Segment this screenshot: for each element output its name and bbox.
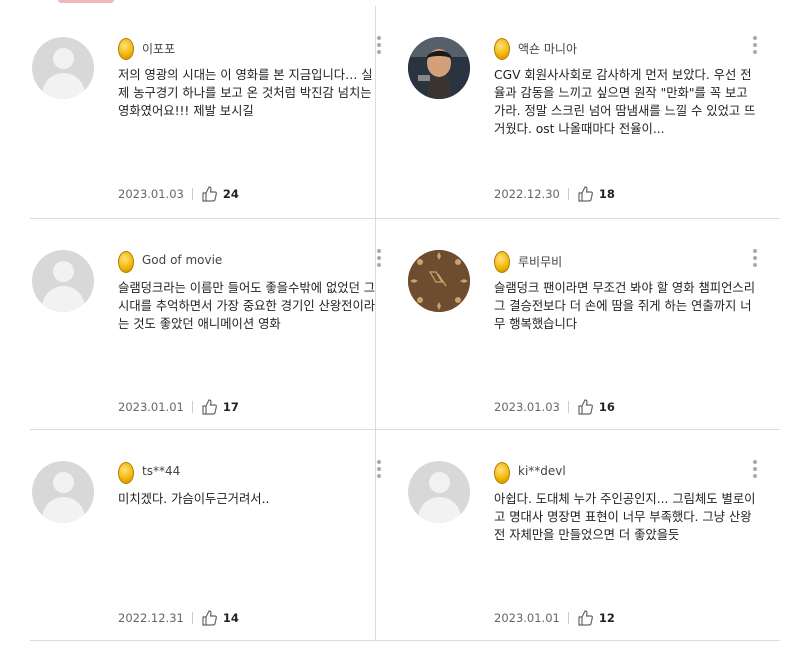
review-text: CGV 회원사사회로 감사하게 먼저 보았다. 우선 전율과 감동을 느끼고 싶…: [494, 68, 756, 136]
gold-coin-icon: [118, 251, 134, 273]
like-count: 14: [222, 611, 239, 625]
gold-coin-icon: [494, 38, 510, 60]
avatar[interactable]: [408, 250, 470, 312]
reviewer-nickname[interactable]: ts**44: [142, 464, 180, 478]
review-date: 2023.01.01: [118, 400, 184, 414]
more-options-icon[interactable]: [750, 36, 760, 58]
meta-separator: [191, 401, 193, 413]
thumbs-up-icon: [578, 610, 593, 626]
meta-separator: [567, 188, 569, 200]
review-text: 저의 영광의 시대는 이 영화를 본 지금입니다… 실제 농구경기 하나를 보고…: [118, 68, 373, 118]
review-card: 루비무비 슬램덩크 팬이라면 무조건 봐야 할 영화 챔피언스리그 결승전보다 …: [406, 219, 781, 429]
like-count: 16: [598, 400, 615, 414]
thumbs-up-icon: [578, 186, 593, 202]
reviewer-nickname[interactable]: God of movie: [142, 253, 222, 267]
reviewer-nickname[interactable]: ki**devl: [518, 464, 566, 478]
avatar[interactable]: [408, 461, 470, 523]
meta-separator: [567, 401, 569, 413]
gold-coin-icon: [494, 251, 510, 273]
review-card: ts**44 미치겠다. 가슴이두근거려서.. 2022.12.31 14: [30, 430, 405, 640]
review-meta: 2023.01.01 17: [118, 399, 239, 415]
thumbs-up-icon: [578, 399, 593, 415]
review-text: 슬램덩크 팬이라면 무조건 봐야 할 영화 챔피언스리그 결승전보다 더 손에 …: [494, 281, 756, 331]
gold-coin-icon: [118, 462, 134, 484]
review-card: 이포포 저의 영광의 시대는 이 영화를 본 지금입니다… 실제 농구경기 하나…: [30, 6, 405, 218]
avatar[interactable]: [32, 37, 94, 99]
more-options-icon[interactable]: [374, 460, 384, 482]
like-button[interactable]: 17: [201, 399, 239, 415]
gold-coin-icon: [494, 462, 510, 484]
like-button[interactable]: 16: [577, 399, 615, 415]
like-button[interactable]: 14: [201, 610, 239, 626]
review-row: God of movie 슬램덩크라는 이름만 들어도 좋을수밖에 없었던 그 …: [30, 219, 780, 430]
like-count: 18: [598, 187, 615, 201]
avatar[interactable]: [32, 250, 94, 312]
review-card: 액숀 마니아 CGV 회원사사회로 감사하게 먼저 보았다. 우선 전율과 감동…: [406, 6, 781, 218]
review-meta: 2023.01.03 24: [118, 186, 239, 202]
like-button[interactable]: 12: [577, 610, 615, 626]
reviewer-nickname[interactable]: 이포포: [142, 40, 175, 57]
review-meta: 2023.01.03 16: [494, 399, 615, 415]
avatar[interactable]: [408, 37, 470, 99]
active-tab-indicator: [58, 0, 114, 3]
thumbs-up-icon: [202, 399, 217, 415]
reviewer-nickname[interactable]: 액숀 마니아: [518, 40, 577, 57]
review-text: 슬램덩크라는 이름만 들어도 좋을수밖에 없었던 그 시대를 추억하면서 가장 …: [118, 281, 376, 331]
gold-coin-icon: [118, 38, 134, 60]
thumbs-up-icon: [202, 610, 217, 626]
like-count: 17: [222, 400, 239, 414]
more-options-icon[interactable]: [750, 249, 760, 271]
review-text: 아쉽다. 도대체 누가 주인공인지... 그림체도 별로이고 명대사 명장면 표…: [494, 492, 756, 542]
review-card: God of movie 슬램덩크라는 이름만 들어도 좋을수밖에 없었던 그 …: [30, 219, 405, 429]
review-date: 2022.12.31: [118, 611, 184, 625]
more-options-icon[interactable]: [374, 249, 384, 271]
meta-separator: [191, 188, 193, 200]
review-date: 2023.01.03: [494, 400, 560, 414]
review-date: 2023.01.01: [494, 611, 560, 625]
like-count: 12: [598, 611, 615, 625]
like-count: 24: [222, 187, 239, 201]
review-card: ki**devl 아쉽다. 도대체 누가 주인공인지... 그림체도 별로이고 …: [406, 430, 781, 640]
thumbs-up-icon: [202, 186, 217, 202]
review-meta: 2022.12.31 14: [118, 610, 239, 626]
like-button[interactable]: 24: [201, 186, 239, 202]
review-text: 미치겠다. 가슴이두근거려서..: [118, 492, 270, 506]
review-grid: 이포포 저의 영광의 시대는 이 영화를 본 지금입니다… 실제 농구경기 하나…: [30, 6, 780, 641]
avatar[interactable]: [32, 461, 94, 523]
review-row: 이포포 저의 영광의 시대는 이 영화를 본 지금입니다… 실제 농구경기 하나…: [30, 6, 780, 219]
review-meta: 2022.12.30 18: [494, 186, 615, 202]
more-options-icon[interactable]: [750, 460, 760, 482]
meta-separator: [191, 612, 193, 624]
reviewer-nickname[interactable]: 루비무비: [518, 253, 562, 270]
review-meta: 2023.01.01 12: [494, 610, 615, 626]
meta-separator: [567, 612, 569, 624]
like-button[interactable]: 18: [577, 186, 615, 202]
review-row: ts**44 미치겠다. 가슴이두근거려서.. 2022.12.31 14 ki…: [30, 430, 780, 641]
review-date: 2023.01.03: [118, 187, 184, 201]
more-options-icon[interactable]: [374, 36, 384, 58]
review-date: 2022.12.30: [494, 187, 560, 201]
